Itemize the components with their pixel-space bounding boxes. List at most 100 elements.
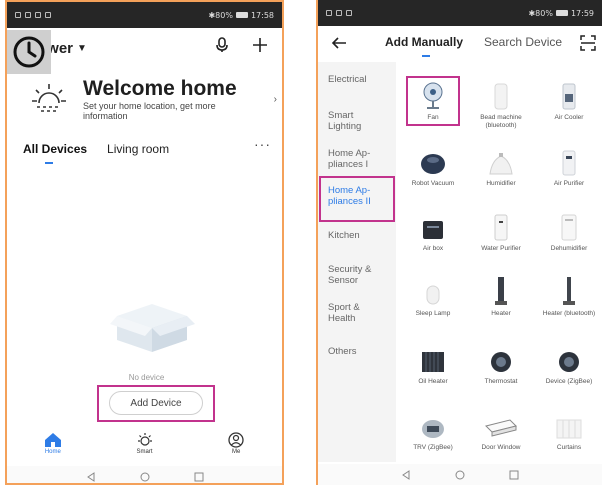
device-air-cooler[interactable]: Air Cooler <box>536 80 602 122</box>
status-time: 17:59 <box>570 8 594 18</box>
device-heater[interactable]: Heater <box>468 276 534 318</box>
device-name: Heater <box>491 310 511 317</box>
device-oil-heater[interactable]: Oil Heater <box>400 344 466 386</box>
status-icons-right: ✱80% 17:59 <box>528 9 594 18</box>
device-robot-vacuum[interactable]: Robot Vacuum <box>400 146 466 188</box>
tab-search-device[interactable]: Search Device <box>484 35 562 49</box>
zigbee-device-icon <box>559 352 579 372</box>
device-door-window[interactable]: Door Window <box>468 410 534 452</box>
home-circle-icon[interactable] <box>140 472 150 482</box>
device-name: Device (ZigBee) <box>545 378 593 385</box>
nav-home[interactable]: Home <box>7 432 99 466</box>
back-triangle-icon[interactable] <box>86 471 96 482</box>
humidifier-icon <box>489 153 513 175</box>
category-others[interactable]: Others <box>328 346 388 357</box>
thermostat-icon <box>491 352 511 372</box>
device-heater-bluetooth[interactable]: Heater (bluetooth) <box>536 276 602 318</box>
device-water-purifier[interactable]: Water Purifier <box>468 211 534 253</box>
air-box-icon <box>423 221 443 239</box>
add-icon[interactable] <box>250 35 270 55</box>
category-smart-lighting[interactable]: Smart Lighting <box>328 110 388 132</box>
add-device-header: Add Manually Search Device <box>318 28 602 60</box>
status-icons-right: ✱80% 17:58 <box>208 11 274 20</box>
device-humidifier[interactable]: Humidifier <box>468 146 534 188</box>
sun-icon <box>32 84 66 112</box>
device-name: Sleep Lamp <box>415 310 451 317</box>
nav-home-label: Home <box>44 449 61 455</box>
device-name: TRV (ZigBee) <box>413 444 453 451</box>
category-electrical[interactable]: Electrical <box>328 74 388 85</box>
recents-square-icon[interactable] <box>194 472 204 482</box>
back-arrow-icon[interactable] <box>330 34 348 52</box>
bottom-navigation: Home Smart Me <box>7 432 282 466</box>
device-name: Humidifier <box>486 180 516 187</box>
welcome-banner[interactable]: Welcome home Set your home location, get… <box>29 74 277 124</box>
category-kitchen[interactable]: Kitchen <box>328 230 388 241</box>
system-nav-bar <box>318 464 602 485</box>
device-curtains[interactable]: Curtains <box>536 410 602 452</box>
device-name: Heater (bluetooth) <box>542 310 596 317</box>
home-circle-icon[interactable] <box>455 470 465 480</box>
device-air-purifier[interactable]: Air Purifier <box>536 146 602 188</box>
status-icons-left <box>326 10 352 16</box>
clock-icon <box>7 30 51 74</box>
dehumidifier-icon <box>561 214 577 241</box>
category-security-sensor[interactable]: Security & Sensor <box>328 264 388 286</box>
fan-icon <box>423 82 443 109</box>
phone-home-screen: ✱80% 17:58 ower ▼ Welcome home Set your … <box>5 0 284 485</box>
active-tab-indicator <box>422 55 430 57</box>
welcome-title: Welcome home <box>83 77 237 100</box>
trv-icon <box>422 420 444 438</box>
profile-icon <box>228 432 244 448</box>
water-purifier-icon <box>494 214 508 241</box>
device-name: Air Cooler <box>554 114 584 121</box>
nav-smart[interactable]: Smart <box>99 432 191 466</box>
device-bead-machine[interactable]: Bead machine (bluetooth) <box>468 80 534 130</box>
curtains-icon <box>556 419 582 439</box>
system-nav-bar <box>7 466 282 483</box>
recents-square-icon[interactable] <box>509 470 519 480</box>
category-sport-health[interactable]: Sport & Health <box>328 302 388 324</box>
microphone-icon[interactable] <box>212 35 232 55</box>
chevron-right-icon: › <box>273 93 277 105</box>
add-device-button[interactable]: Add Device <box>109 391 203 415</box>
back-triangle-icon[interactable] <box>401 469 411 480</box>
device-trv[interactable]: TRV (ZigBee) <box>400 410 466 452</box>
device-name: Dehumidifier <box>550 245 588 252</box>
air-cooler-icon <box>562 83 576 110</box>
device-thermostat[interactable]: Thermostat <box>468 344 534 386</box>
scan-icon[interactable] <box>580 35 596 51</box>
bead-machine-icon <box>494 83 508 110</box>
home-icon <box>44 433 61 447</box>
device-name: Robot Vacuum <box>411 180 455 187</box>
device-zigbee[interactable]: Device (ZigBee) <box>536 344 602 386</box>
empty-box-icon <box>110 304 195 352</box>
empty-state-label: No device <box>128 373 165 382</box>
oil-heater-icon <box>422 352 444 372</box>
category-home-appliances-1[interactable]: Home Ap- pliances I <box>328 148 388 170</box>
device-name: Water Purifier <box>481 245 521 252</box>
more-icon[interactable]: ··· <box>254 136 271 152</box>
device-fan[interactable]: Fan <box>400 80 466 122</box>
nav-me[interactable]: Me <box>190 432 282 466</box>
robot-vacuum-icon <box>421 154 445 174</box>
tab-add-manually[interactable]: Add Manually <box>385 35 463 49</box>
category-sidebar: Electrical Smart Lighting Home Ap- plian… <box>318 62 396 462</box>
device-name: Curtains <box>556 444 582 451</box>
nav-me-label: Me <box>232 449 241 455</box>
device-air-box[interactable]: Air box <box>400 211 466 253</box>
device-dehumidifier[interactable]: Dehumidifier <box>536 211 602 253</box>
status-icons-left <box>15 12 51 18</box>
device-name: Air box <box>422 245 444 252</box>
device-name: Thermostat <box>484 378 518 385</box>
device-name: Oil Heater <box>418 378 448 385</box>
battery-text: ✱80% <box>528 8 553 18</box>
air-purifier-icon <box>562 150 576 176</box>
nav-smart-label: Smart <box>136 449 153 455</box>
device-sleep-lamp[interactable]: Sleep Lamp <box>400 276 466 318</box>
welcome-subtitle: Set your home location, get more informa… <box>83 101 216 121</box>
tab-living-room[interactable]: Living room <box>107 142 169 156</box>
battery-icon <box>555 10 568 16</box>
tab-all-devices[interactable]: All Devices <box>23 142 87 164</box>
heater-bluetooth-icon <box>563 277 575 305</box>
